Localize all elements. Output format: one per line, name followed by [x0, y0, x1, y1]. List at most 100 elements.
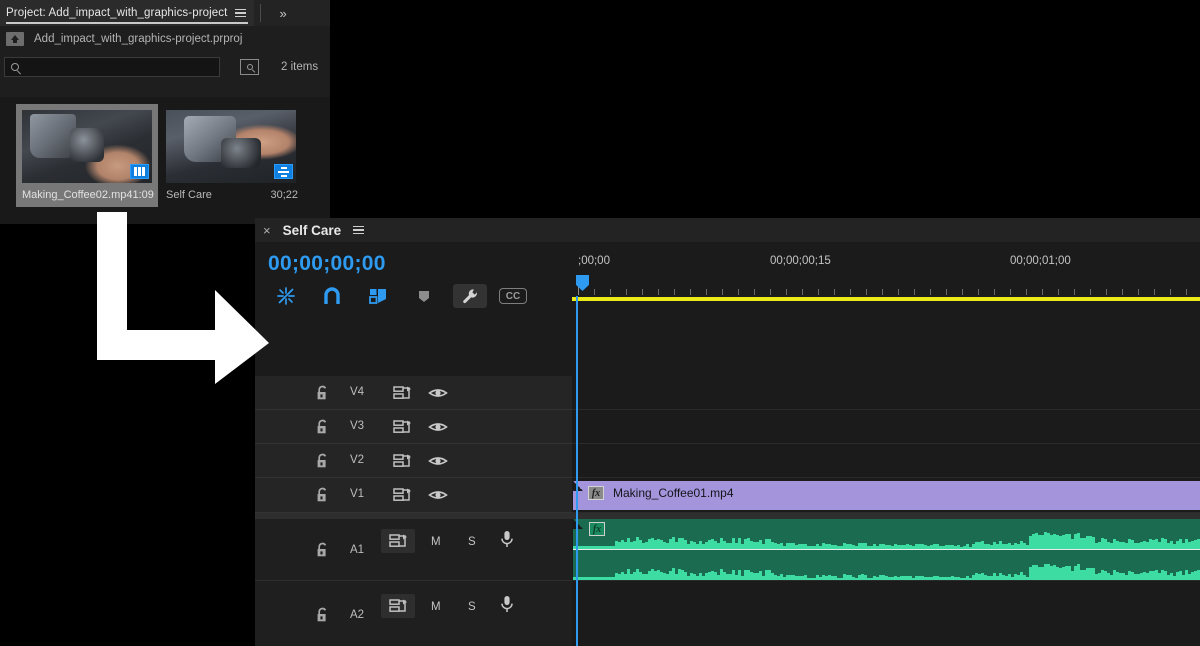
- voice-over-record-icon[interactable]: [490, 592, 524, 616]
- track-targeting-icon[interactable]: [385, 381, 419, 405]
- waveform-channel-2: [573, 550, 1200, 581]
- timeline-settings-wrench-icon[interactable]: [453, 284, 487, 308]
- track-targeting-icon[interactable]: [381, 529, 415, 553]
- project-breadcrumb: Add_impact_with_graphics-project.prproj: [0, 26, 330, 52]
- bin-item-name: Self Care: [166, 189, 212, 201]
- track-lane-a1[interactable]: fx: [572, 519, 1200, 581]
- sequence-badge-icon: [274, 164, 293, 179]
- find-button[interactable]: [240, 59, 259, 75]
- ruler-tick: [882, 289, 883, 295]
- item-count-label: 2 items: [281, 61, 318, 73]
- tab-project[interactable]: Project: Add_impact_with_graphics-projec…: [0, 0, 254, 26]
- timeline-tracks: V4 V3: [255, 376, 1200, 646]
- waveform: [573, 519, 1200, 549]
- track-targeting-icon[interactable]: [385, 449, 419, 473]
- clip-audio-making-coffee01[interactable]: fx: [573, 519, 1200, 580]
- ruler-tick: [674, 289, 675, 295]
- track-lane-v1[interactable]: fx Making_Coffee01.mp4: [572, 478, 1200, 513]
- marker-flag-icon[interactable]: [361, 284, 395, 308]
- toggle-track-output-icon[interactable]: [421, 381, 455, 405]
- ruler-tick: [802, 289, 803, 295]
- tab-active-underline: [6, 22, 248, 24]
- voice-over-record-icon[interactable]: [490, 527, 524, 551]
- ruler-tick: [914, 289, 915, 295]
- playhead-line[interactable]: [576, 296, 578, 646]
- find-icon: [247, 64, 253, 70]
- track-targeting-icon[interactable]: [381, 594, 415, 618]
- tabbar-divider: [260, 4, 261, 22]
- track-header-a2[interactable]: A2 M S: [255, 581, 572, 646]
- linked-selection-icon[interactable]: [269, 284, 303, 308]
- timeline-toolbar: CC: [269, 284, 527, 308]
- track-header-v2[interactable]: V2: [255, 444, 572, 478]
- mute-track-button[interactable]: M: [431, 601, 441, 613]
- bin-item-self-care[interactable]: Self Care 30;22: [166, 110, 298, 201]
- track-lane-v3[interactable]: [572, 410, 1200, 444]
- track-lane-v2[interactable]: [572, 444, 1200, 478]
- ruler-tick: [898, 289, 899, 295]
- track-name-v3: V3: [350, 420, 364, 432]
- playhead-timecode[interactable]: 00;00;00;00: [268, 252, 386, 276]
- lock-icon[interactable]: [316, 385, 330, 406]
- track-header-a1[interactable]: A1 M S: [255, 519, 572, 581]
- project-file-label: Add_impact_with_graphics-project.prproj: [34, 33, 242, 45]
- fx-badge-icon[interactable]: fx: [588, 486, 604, 500]
- track-row-v2: V2: [255, 444, 1200, 478]
- add-marker-icon[interactable]: [407, 284, 441, 308]
- lock-icon[interactable]: [316, 453, 330, 474]
- ruler-tick: [1170, 289, 1171, 295]
- track-targeting-icon[interactable]: [385, 415, 419, 439]
- empty-workspace-area-top: [330, 0, 1200, 218]
- toggle-track-output-icon[interactable]: [421, 483, 455, 507]
- bin-item-meta: Making_Coffee02.mp4 1:09: [22, 189, 152, 201]
- track-row-v4: V4: [255, 376, 1200, 410]
- search-icon: [11, 63, 19, 71]
- track-lane-v4[interactable]: [572, 376, 1200, 410]
- track-name-v2: V2: [350, 454, 364, 466]
- clip-corner-marker: [573, 519, 583, 529]
- lock-icon[interactable]: [316, 607, 330, 628]
- clip-making-coffee01[interactable]: fx Making_Coffee01.mp4: [573, 481, 1200, 510]
- lock-icon[interactable]: [316, 542, 330, 563]
- hamburger-icon[interactable]: [235, 9, 246, 18]
- clip-corner-marker: [573, 481, 583, 491]
- ruler-tick: [866, 289, 867, 295]
- track-name-v1: V1: [350, 488, 364, 500]
- track-header-v4[interactable]: V4: [255, 376, 572, 410]
- project-panel-tabbar: Project: Add_impact_with_graphics-projec…: [0, 0, 330, 26]
- bin-item-duration: 30;22: [270, 189, 298, 201]
- timeline-ruler[interactable]: ;00;00 00;00;00;15 00;00;01;00: [572, 242, 1200, 320]
- toggle-track-output-icon[interactable]: [421, 449, 455, 473]
- ruler-tick: [1010, 289, 1011, 295]
- navigate-up-folder-icon[interactable]: [6, 32, 24, 46]
- work-area-bar[interactable]: [572, 297, 1200, 301]
- thumbnail: [166, 110, 296, 183]
- bin-item-making-coffee02[interactable]: Making_Coffee02.mp4 1:09: [16, 104, 158, 207]
- overflow-chevron-icon[interactable]: »: [279, 6, 285, 21]
- bin-icon-view[interactable]: Making_Coffee02.mp4 1:09 Self Care 30;22: [0, 97, 330, 224]
- closed-captions-icon[interactable]: CC: [499, 288, 527, 304]
- ruler-tick: [770, 289, 771, 295]
- track-row-a2: A2 M S: [255, 581, 1200, 646]
- ruler-tick: [930, 289, 931, 295]
- ruler-tick-label: 00;00;00;15: [770, 255, 831, 267]
- solo-track-button[interactable]: S: [468, 536, 476, 548]
- bin-item-name: Making_Coffee02.mp4: [22, 189, 132, 201]
- ruler-tick: [1138, 289, 1139, 295]
- ruler-tick: [1058, 289, 1059, 295]
- mute-track-button[interactable]: M: [431, 536, 441, 548]
- track-lane-a2[interactable]: [572, 581, 1200, 646]
- hamburger-icon[interactable]: [353, 226, 364, 235]
- snap-magnet-icon[interactable]: [315, 284, 349, 308]
- lock-icon[interactable]: [316, 487, 330, 508]
- track-header-v1[interactable]: V1: [255, 478, 572, 513]
- bin-item-duration: 1:09: [132, 189, 153, 201]
- toggle-track-output-icon[interactable]: [421, 415, 455, 439]
- lock-icon[interactable]: [316, 419, 330, 440]
- ruler-tick: [850, 289, 851, 295]
- solo-track-button[interactable]: S: [468, 601, 476, 613]
- search-input[interactable]: [24, 61, 204, 73]
- track-header-v3[interactable]: V3: [255, 410, 572, 444]
- track-targeting-icon[interactable]: [385, 483, 419, 507]
- search-input-wrapper[interactable]: [4, 57, 220, 77]
